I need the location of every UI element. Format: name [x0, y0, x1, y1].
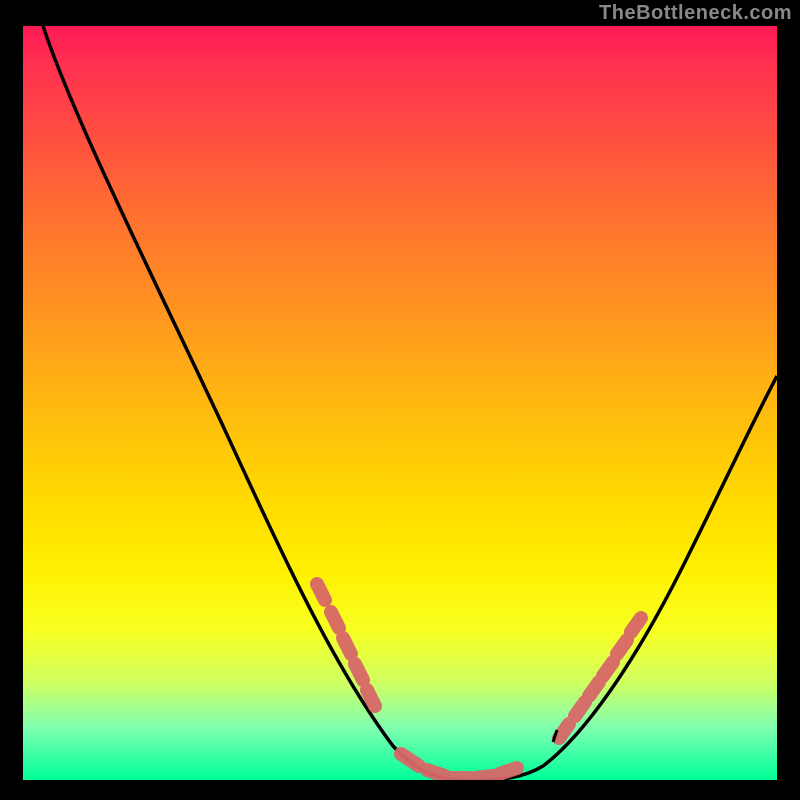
- plot-area: [23, 26, 777, 780]
- chart-container: TheBottleneck.com: [0, 0, 800, 800]
- watermark-text: TheBottleneck.com: [599, 2, 792, 25]
- gradient-background: [23, 26, 777, 780]
